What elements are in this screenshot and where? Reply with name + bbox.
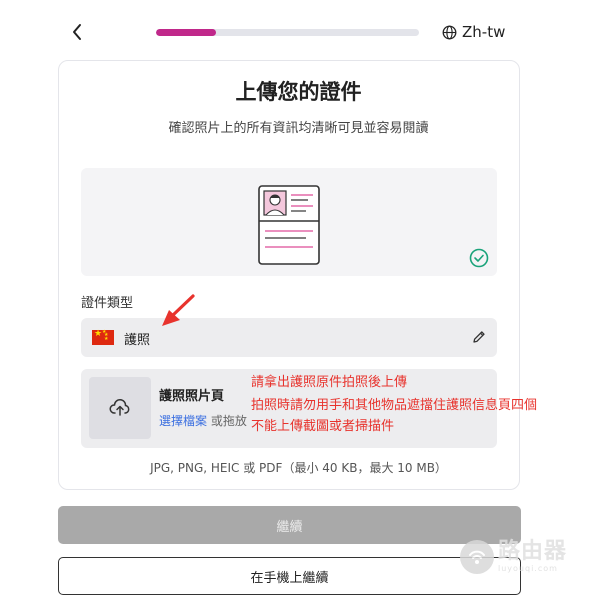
choose-file-link[interactable]: 選擇檔案 <box>159 414 207 428</box>
progress-fill <box>156 29 217 36</box>
accepted-formats: JPG, PNG, HEIC 或 PDF（最小 40 KB，最大 10 MB） <box>150 461 447 475</box>
upload-actions: 選擇檔案 或拖放 <box>159 412 247 429</box>
document-type-value: 護照 <box>124 333 151 348</box>
red-arrow-icon <box>162 294 195 326</box>
language-label: Zh-tw <box>462 23 506 41</box>
continue-button[interactable]: 繼續 <box>58 506 521 544</box>
upload-title: 護照照片頁 <box>159 389 225 404</box>
china-flag-icon: ★ ★ ★ ★ <box>92 329 114 345</box>
chevron-left-icon <box>73 24 81 40</box>
language-selector[interactable]: Zh-tw <box>442 21 505 43</box>
page-title: 上傳您的證件 <box>235 80 362 104</box>
watermark-subtext: luyouqi.com <box>498 564 558 573</box>
upload-tile[interactable] <box>89 377 151 439</box>
check-circle-icon <box>469 248 489 268</box>
document-type-select[interactable]: ★ ★ ★ ★ 護照 <box>81 318 497 357</box>
router-logo-icon <box>460 540 494 574</box>
progress-bar <box>156 29 419 36</box>
annotation-line: 請拿出護照原件拍照後上傳 <box>251 375 408 390</box>
globe-icon <box>442 25 457 39</box>
page-subtitle: 確認照片上的所有資訊均清晰可見並容易閱讀 <box>168 121 429 136</box>
watermark: 路由器 luyouqi.com <box>460 540 567 574</box>
annotation-line: 不能上傳截圖或者掃描件 <box>251 419 395 434</box>
or-drag-text: 或拖放 <box>210 414 247 428</box>
cloud-upload-icon <box>109 399 130 416</box>
back-button[interactable] <box>66 20 90 44</box>
pencil-icon[interactable] <box>471 329 487 345</box>
continue-on-phone-button[interactable]: 在手機上繼續 <box>58 557 521 595</box>
annotation-line: 拍照時請勿用手和其他物品遮擋住護照信息頁四個 <box>251 398 538 413</box>
passport-illustration-icon <box>258 185 320 265</box>
document-type-label: 證件類型 <box>81 296 134 311</box>
watermark-text: 路由器 <box>498 539 568 564</box>
